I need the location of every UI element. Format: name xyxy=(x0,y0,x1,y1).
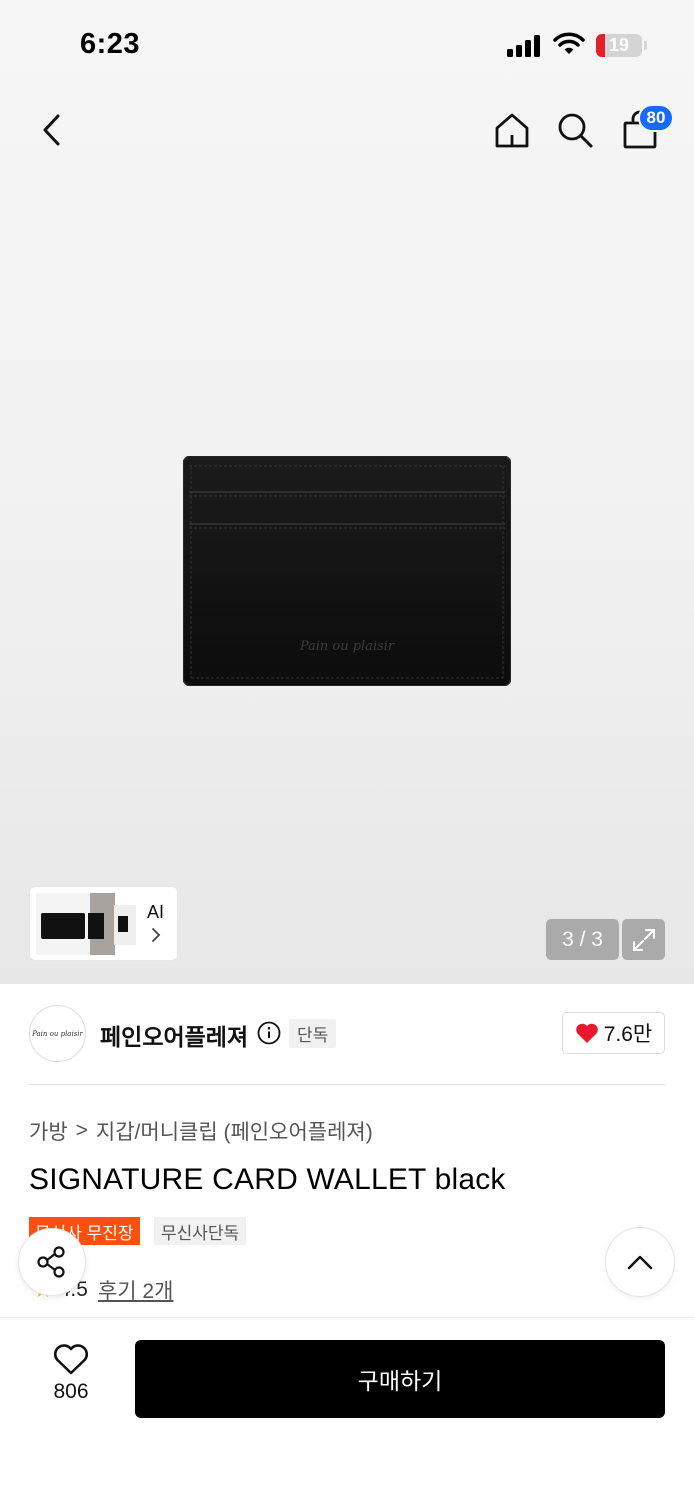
wishlist-count: 806 xyxy=(53,1380,89,1403)
brand-like-count: 7.6만 xyxy=(603,1023,653,1046)
divider xyxy=(29,1084,665,1085)
battery-icon: 19 xyxy=(596,34,642,57)
breadcrumb-separator: > xyxy=(75,1119,88,1142)
chevron-up-icon xyxy=(627,1255,653,1270)
signal-icon xyxy=(507,35,543,57)
battery-tip xyxy=(644,41,647,50)
back-button[interactable] xyxy=(30,108,74,152)
share-icon xyxy=(37,1246,65,1278)
image-counter: 3 / 3 xyxy=(546,919,619,960)
heart-outline-icon xyxy=(54,1344,88,1375)
chevron-right-icon xyxy=(152,928,161,942)
home-button[interactable] xyxy=(490,108,534,152)
search-button[interactable] xyxy=(553,108,597,152)
review-link[interactable]: 후기 2개 xyxy=(98,1275,173,1305)
share-button[interactable] xyxy=(18,1228,86,1296)
ai-similar-card[interactable]: AI xyxy=(29,886,178,961)
expand-icon xyxy=(632,928,655,951)
exclusive-tag: 단독 xyxy=(289,1019,337,1048)
product-title: SIGNATURE CARD WALLET black xyxy=(29,1163,506,1196)
ai-thumbnails xyxy=(36,893,136,955)
exclusive-product-tag: 무신사단독 xyxy=(154,1217,247,1245)
breadcrumb-category[interactable]: 가방 xyxy=(29,1116,68,1146)
brand-name[interactable]: 페인오어플레져 xyxy=(100,1018,248,1052)
wishlist-button[interactable]: 806 xyxy=(36,1344,106,1414)
brand-logo-text: Pain ou plaisir xyxy=(32,1029,83,1038)
breadcrumb: 가방 > 지갑/머니클립 (페인오어플레져) xyxy=(29,1116,373,1146)
battery-percent: 19 xyxy=(608,35,630,55)
ai-label: AI xyxy=(147,902,165,922)
home-icon xyxy=(495,113,529,148)
svg-text:Pain ou plaisir: Pain ou plaisir xyxy=(299,639,395,654)
search-icon xyxy=(558,113,593,148)
back-icon xyxy=(43,114,60,146)
status-time: 6:23 xyxy=(80,28,141,60)
wifi-icon xyxy=(553,32,585,61)
buy-button[interactable]: 구매하기 xyxy=(135,1340,665,1418)
expand-button[interactable] xyxy=(622,919,665,960)
brand-like-button[interactable]: 7.6만 xyxy=(562,1012,665,1054)
brand-logo[interactable]: Pain ou plaisir xyxy=(29,1005,86,1062)
product-photo: Pain ou plaisir xyxy=(182,455,512,687)
cart-count-badge: 80 xyxy=(638,104,674,132)
scroll-top-button[interactable] xyxy=(605,1227,675,1297)
heart-filled-icon xyxy=(575,1023,598,1043)
breadcrumb-subcategory[interactable]: 지갑/머니클립 (페인오어플레져) xyxy=(96,1116,373,1146)
info-icon[interactable] xyxy=(257,1021,281,1045)
